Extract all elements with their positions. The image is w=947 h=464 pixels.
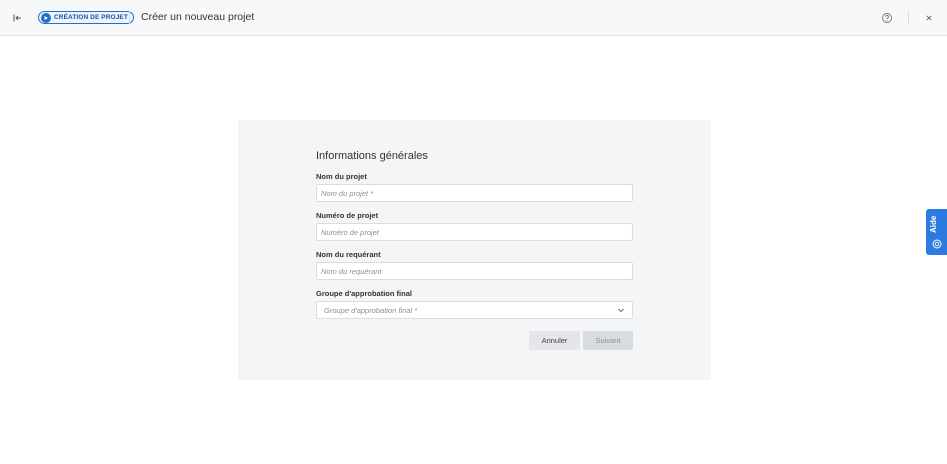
- help-button[interactable]: [880, 11, 894, 25]
- header-divider-right: [908, 11, 909, 25]
- cancel-button[interactable]: Annuler: [529, 331, 580, 350]
- support-icon: [932, 239, 942, 249]
- chevron-down-icon: [618, 308, 624, 313]
- aide-label: Aide: [929, 215, 938, 233]
- project-number-input[interactable]: [316, 223, 633, 241]
- requester-name-input[interactable]: [316, 262, 633, 280]
- requester-name-label: Nom du requérant: [316, 250, 381, 259]
- collapse-button[interactable]: [10, 11, 24, 25]
- approval-group-placeholder: Groupe d'approbation final *: [324, 305, 418, 315]
- project-name-input[interactable]: [316, 184, 633, 202]
- project-number-label: Numéro de projet: [316, 211, 379, 220]
- close-button[interactable]: [922, 11, 936, 25]
- help-circle-icon: [882, 13, 892, 23]
- project-creation-badge: CRÉATION DE PROJET: [38, 11, 134, 24]
- header-divider: [129, 11, 130, 25]
- approval-group-select[interactable]: Groupe d'approbation final *: [316, 301, 633, 319]
- form-title: Informations générales: [316, 150, 428, 162]
- project-name-label: Nom du projet: [316, 172, 367, 181]
- aide-tab[interactable]: Aide: [926, 209, 947, 255]
- page-title: Créer un nouveau projet: [141, 11, 255, 23]
- next-button[interactable]: Suivant: [583, 331, 633, 350]
- collapse-left-icon: [13, 14, 21, 22]
- approval-group-label: Groupe d'approbation final: [316, 289, 412, 298]
- top-bar: CRÉATION DE PROJET Créer un nouveau proj…: [0, 0, 947, 36]
- close-icon: [926, 15, 932, 21]
- badge-label: CRÉATION DE PROJET: [54, 14, 128, 21]
- form-panel: Informations générales Nom du projet Num…: [238, 120, 711, 380]
- play-icon: [41, 12, 51, 23]
